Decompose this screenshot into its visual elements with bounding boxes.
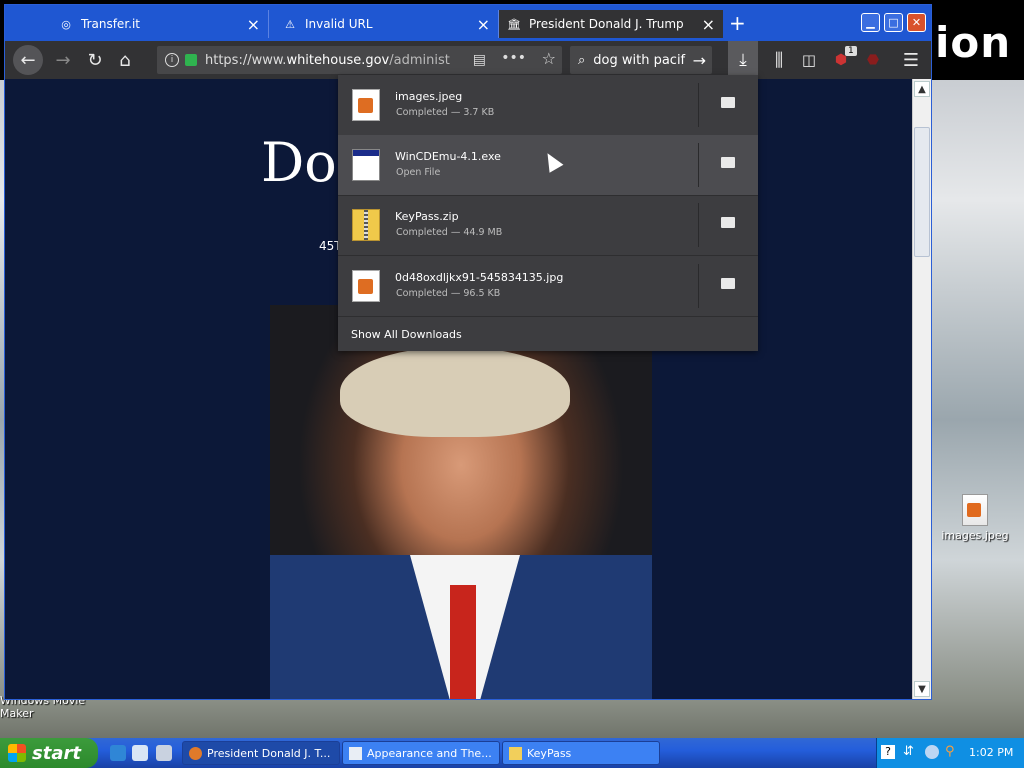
download-item[interactable]: images.jpeg Completed — 3.7 KB <box>338 75 758 136</box>
tab-title: Invalid URL <box>305 17 373 31</box>
scroll-down-icon[interactable]: ▼ <box>914 681 930 697</box>
image-file-icon <box>962 494 988 526</box>
taskbar-item-browser[interactable]: President Donald J. T... <box>182 741 340 765</box>
help-icon[interactable]: ? <box>881 745 895 759</box>
start-button[interactable]: start <box>0 738 98 768</box>
search-tray-icon[interactable]: ⚲ <box>945 744 955 759</box>
firefox-icon <box>189 747 202 760</box>
forward-button[interactable]: → <box>49 46 77 74</box>
search-input[interactable]: dog with pacif <box>593 53 685 68</box>
exe-file-icon <box>352 149 380 181</box>
task-label: Appearance and The... <box>367 746 492 760</box>
download-item[interactable]: KeyPass.zip Completed — 44.9 MB <box>338 195 758 256</box>
scroll-up-icon[interactable]: ▲ <box>914 81 930 97</box>
building-icon: 🏛 <box>507 17 521 31</box>
url-host: whitehouse.gov <box>286 52 390 68</box>
task-label: President Donald J. T... <box>207 746 331 760</box>
tab-title: Transfer.it <box>81 17 141 31</box>
download-status: Completed — 96.5 KB <box>396 288 501 299</box>
download-status: Completed — 44.9 MB <box>396 227 503 238</box>
warning-icon: ⚠ <box>285 17 295 31</box>
page-scrollbar[interactable]: ▲ ▼ <box>912 79 931 699</box>
url-bar[interactable]: i https://www. whitehouse.gov/administ ▤ … <box>157 46 562 74</box>
portrait-image <box>270 305 652 699</box>
new-tab-button[interactable]: + <box>729 11 746 35</box>
clock: 1:02 PM <box>969 746 1014 759</box>
desktop-logo: ion <box>935 18 1012 67</box>
close-tab-icon[interactable]: × <box>247 15 260 34</box>
tab-president[interactable]: 🏛 President Donald J. Trump × <box>499 10 723 38</box>
folder-icon[interactable] <box>721 157 735 168</box>
folder-icon[interactable] <box>721 278 735 289</box>
tab-transfer[interactable]: ◎ Transfer.it × <box>51 10 269 38</box>
search-icon: ⌕ <box>578 52 586 68</box>
bookmark-star-icon[interactable]: ☆ <box>542 49 556 68</box>
close-window-button[interactable]: ✕ <box>907 13 926 32</box>
taskbar-item-appearance[interactable]: Appearance and The... <box>342 741 500 765</box>
folder-icon[interactable] <box>721 97 735 108</box>
show-all-downloads-link[interactable]: Show All Downloads <box>351 328 462 341</box>
maximize-button[interactable]: □ <box>884 13 903 32</box>
folder-icon <box>509 747 522 760</box>
taskbar: start President Donald J. T... Appearanc… <box>0 738 1024 768</box>
menu-icon[interactable]: ☰ <box>897 46 925 74</box>
reader-view-icon[interactable]: ▤ <box>473 52 486 68</box>
image-file-icon <box>352 270 380 302</box>
task-label: KeyPass <box>527 746 572 760</box>
search-go-icon[interactable]: → <box>693 51 706 70</box>
download-name: KeyPass.zip <box>395 210 459 223</box>
url-rest: /administ <box>389 52 450 68</box>
windows-flag-icon <box>8 744 26 762</box>
reload-button[interactable]: ↻ <box>81 46 109 74</box>
outlook-icon[interactable] <box>132 745 148 761</box>
show-desktop-icon[interactable] <box>156 745 172 761</box>
start-label: start <box>32 742 81 764</box>
home-icon[interactable]: ⌂ <box>111 46 139 74</box>
sidebar-icon[interactable]: ◫ <box>795 46 823 74</box>
system-tray: ? ⇵ ⚲ 1:02 PM <box>876 738 1024 768</box>
zip-file-icon <box>352 209 380 241</box>
page-actions-icon[interactable]: ••• <box>501 50 526 66</box>
lock-icon <box>185 54 197 66</box>
download-status: Open File <box>396 167 441 178</box>
ie-icon[interactable] <box>110 745 126 761</box>
close-tab-icon[interactable]: × <box>702 15 715 34</box>
info-icon[interactable]: i <box>165 53 179 67</box>
folder-icon[interactable] <box>721 217 735 228</box>
scroll-thumb[interactable] <box>914 127 930 257</box>
tab-title: President Donald J. Trump <box>529 17 684 31</box>
tab-bar: ◎ Transfer.it × ⚠ Invalid URL × 🏛 Presid… <box>5 5 931 41</box>
download-item[interactable]: 0d48oxdljkx91-545834135.jpg Completed — … <box>338 256 758 317</box>
desktop-icon-images[interactable]: images.jpeg <box>940 494 1010 542</box>
download-name: WinCDEmu-4.1.exe <box>395 150 501 163</box>
download-name: 0d48oxdljkx91-545834135.jpg <box>395 271 564 284</box>
ublock-badge: 1 <box>845 46 857 56</box>
image-file-icon <box>352 89 380 121</box>
taskbar-item-keypass[interactable]: KeyPass <box>502 741 660 765</box>
minimize-button[interactable]: ▁ <box>861 13 880 32</box>
desktop-icon-label: images.jpeg <box>941 529 1009 542</box>
library-icon[interactable]: ⫼ <box>765 46 793 74</box>
download-status: Completed — 3.7 KB <box>396 107 495 118</box>
control-panel-icon <box>349 747 362 760</box>
globe-icon: ◎ <box>61 17 71 31</box>
url-prefix: https://www. <box>205 52 287 68</box>
close-tab-icon[interactable]: × <box>477 15 490 34</box>
network-icon[interactable]: ⇵ <box>903 744 914 759</box>
back-button[interactable]: ← <box>13 45 43 75</box>
back-arrow-icon[interactable] <box>925 745 939 759</box>
downloads-button[interactable]: ⤓ <box>728 41 758 79</box>
tab-invalid-url[interactable]: ⚠ Invalid URL × <box>275 10 499 38</box>
search-bar[interactable]: ⌕ dog with pacif → <box>570 46 712 74</box>
download-name: images.jpeg <box>395 90 463 103</box>
downloads-panel: images.jpeg Completed — 3.7 KB WinCDEmu-… <box>338 75 758 351</box>
extension-icon[interactable]: ⬣ <box>859 46 887 74</box>
